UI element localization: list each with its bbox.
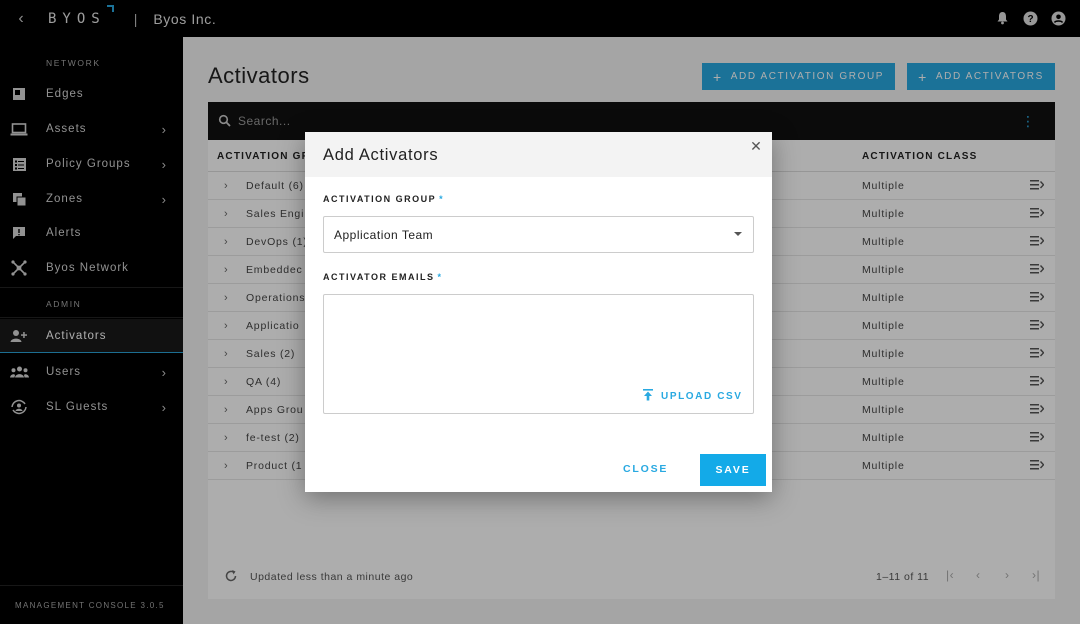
dialog-title: Add Activators: [323, 146, 439, 164]
activator-emails-label: ACTIVATOR EMAILS *: [323, 272, 443, 282]
close-icon[interactable]: ✕: [748, 138, 764, 154]
required-mark: *: [437, 272, 443, 282]
activator-emails-label-text: ACTIVATOR EMAILS: [323, 272, 435, 282]
upload-csv-button[interactable]: UPLOAD CSV: [643, 389, 743, 404]
required-mark: *: [439, 194, 445, 204]
activation-group-select[interactable]: Application Team: [323, 216, 754, 253]
dialog-header: Add Activators ✕: [305, 132, 772, 177]
activation-group-label-text: ACTIVATION GROUP: [323, 194, 437, 204]
close-button[interactable]: CLOSE: [623, 463, 668, 475]
activation-group-label: ACTIVATION GROUP *: [323, 194, 444, 204]
save-button[interactable]: SAVE: [700, 454, 766, 486]
upload-csv-label: UPLOAD CSV: [661, 391, 743, 402]
dropdown-caret-icon: [734, 232, 742, 236]
upload-icon: [643, 389, 653, 404]
add-activators-dialog: Add Activators ✕ ACTIVATION GROUP * Appli…: [305, 132, 772, 492]
activation-group-value: Application Team: [334, 228, 434, 242]
